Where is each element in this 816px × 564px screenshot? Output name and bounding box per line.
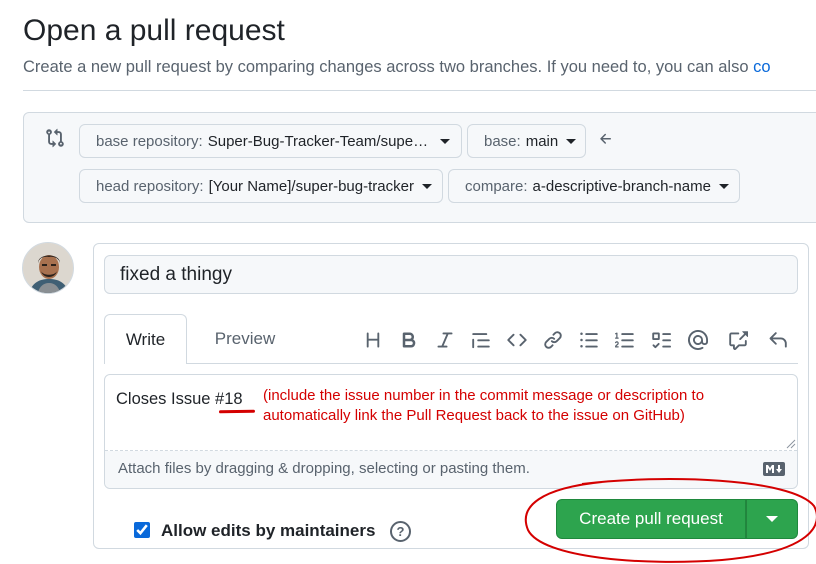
ordered-list-icon[interactable] (612, 327, 638, 353)
base-branch-label: base: (484, 132, 521, 150)
markdown-icon[interactable] (763, 462, 785, 476)
pr-title-input[interactable] (104, 255, 798, 294)
allow-edits-checkbox-input[interactable] (134, 522, 150, 538)
page-title: Open a pull request (23, 14, 285, 47)
head-repository-select[interactable]: head repository: [Your Name]/super-bug-tr… (79, 169, 443, 203)
italic-icon[interactable] (432, 327, 458, 353)
chevron-down-icon (440, 138, 451, 144)
undo-icon[interactable] (765, 327, 791, 353)
header-divider (23, 90, 816, 91)
page-subtitle: Create a new pull request by comparing c… (23, 58, 771, 77)
compare-branch-value: a-descriptive-branch-name (532, 177, 711, 195)
compare-branch-label: compare: (465, 177, 528, 195)
question-icon[interactable]: ? (390, 521, 411, 542)
base-repository-label: base repository: (96, 132, 203, 150)
base-repository-select[interactable]: base repository: Super-Bug-Tracker-Team/s… (79, 124, 462, 158)
cross-reference-icon[interactable] (725, 327, 751, 353)
git-compare-icon (45, 128, 65, 148)
code-icon[interactable] (504, 327, 530, 353)
bold-icon[interactable] (396, 327, 422, 353)
tab-write[interactable]: Write (104, 314, 187, 364)
compare-branch-select[interactable]: compare: a-descriptive-branch-name (448, 169, 740, 203)
allow-edits-checkbox[interactable] (134, 522, 150, 538)
annotation-underline (218, 409, 256, 414)
task-list-icon[interactable] (648, 327, 674, 353)
chevron-down-icon (718, 183, 729, 189)
base-branch-select[interactable]: base: main (467, 124, 586, 158)
heading-icon[interactable] (360, 327, 386, 353)
annotation-line-2: automatically link the Pull Request back… (263, 407, 685, 424)
base-branch-value: main (525, 132, 559, 150)
attach-divider (105, 450, 797, 451)
head-repository-label: head repository: (96, 177, 204, 195)
quote-icon[interactable] (468, 327, 494, 353)
arrow-left-icon (598, 131, 614, 152)
attach-files-text: Attach files by dragging & dropping, sel… (118, 460, 530, 477)
chevron-down-icon (566, 138, 577, 144)
chevron-down-icon (421, 183, 432, 189)
allow-edits-label: Allow edits by maintainers (161, 521, 376, 540)
head-repository-value: [Your Name]/super-bug-tracker (208, 177, 414, 195)
annotation-note: (include the issue number in the commit … (263, 386, 704, 426)
mention-icon[interactable] (685, 327, 711, 353)
unordered-list-icon[interactable] (576, 327, 602, 353)
tab-preview[interactable]: Preview (200, 314, 290, 364)
resize-handle-icon[interactable] (786, 436, 796, 449)
subtitle-link[interactable]: co (753, 58, 770, 76)
annotation-ellipse (524, 478, 816, 563)
subtitle-text: Create a new pull request by comparing c… (23, 58, 754, 76)
annotation-line-1: (include the issue number in the commit … (263, 387, 705, 404)
avatar[interactable] (22, 242, 74, 294)
base-repository-value: Super-Bug-Tracker-Team/supe… (207, 132, 429, 150)
link-icon[interactable] (540, 327, 566, 353)
pr-body-text: Closes Issue #18 (116, 390, 243, 408)
